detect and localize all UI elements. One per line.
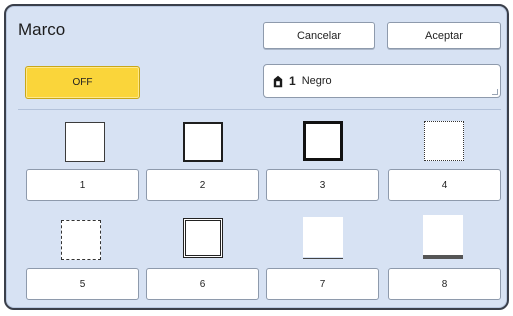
divider bbox=[18, 109, 501, 110]
frame-preview-2 bbox=[183, 122, 223, 162]
frame-option-2-button[interactable]: 2 bbox=[146, 169, 259, 201]
print-color-selector[interactable]: 1 Negro bbox=[263, 64, 501, 98]
frame-preview-8 bbox=[423, 215, 463, 259]
frame-option-5-button[interactable]: 5 bbox=[26, 268, 139, 300]
ink-drum-icon bbox=[273, 75, 283, 88]
frame-preview-6 bbox=[183, 218, 223, 258]
frame-option-8-button[interactable]: 8 bbox=[388, 268, 501, 300]
resize-corner-icon bbox=[492, 89, 498, 95]
frame-dialog: Marco Cancelar Aceptar OFF 1 Negro 1 2 3… bbox=[4, 4, 509, 310]
frame-option-3-button[interactable]: 3 bbox=[266, 169, 379, 201]
frame-option-1-button[interactable]: 1 bbox=[26, 169, 139, 201]
drum-number: 1 bbox=[289, 74, 296, 88]
frame-preview-4 bbox=[424, 121, 464, 161]
dialog-title: Marco bbox=[18, 20, 66, 39]
frame-preview-1 bbox=[65, 122, 105, 162]
off-button[interactable]: OFF bbox=[25, 66, 140, 99]
frame-preview-7 bbox=[303, 217, 343, 259]
frame-option-6-button[interactable]: 6 bbox=[146, 268, 259, 300]
frame-preview-3 bbox=[303, 121, 343, 161]
color-name: Negro bbox=[301, 75, 332, 87]
accept-button[interactable]: Aceptar bbox=[387, 22, 501, 49]
frame-option-7-button[interactable]: 7 bbox=[266, 268, 379, 300]
frame-option-4-button[interactable]: 4 bbox=[388, 169, 501, 201]
cancel-button[interactable]: Cancelar bbox=[263, 22, 375, 49]
frame-preview-5 bbox=[61, 220, 101, 260]
